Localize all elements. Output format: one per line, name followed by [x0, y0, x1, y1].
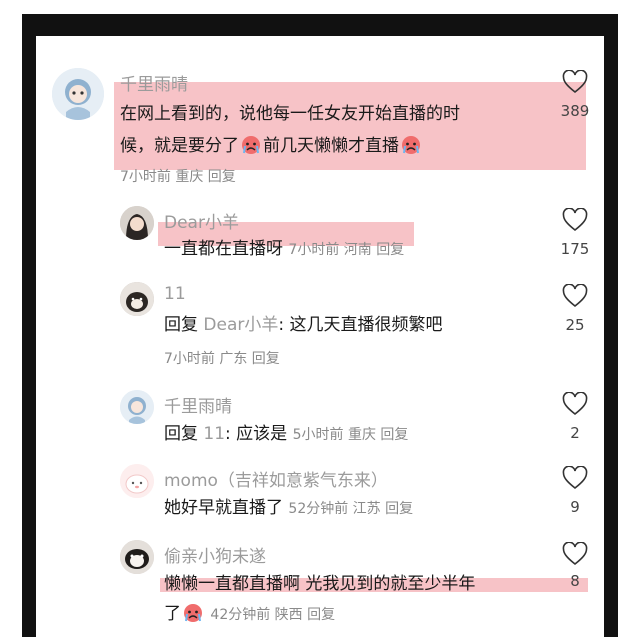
user-avatar[interactable]: [120, 390, 154, 424]
heart-icon[interactable]: [562, 284, 588, 308]
heart-icon[interactable]: [562, 70, 588, 94]
comment-meta[interactable]: 7小时前 重庆 回复: [120, 166, 236, 186]
username[interactable]: 千里雨晴: [120, 70, 188, 95]
username[interactable]: 千里雨晴: [164, 392, 232, 417]
crying-emoji-icon: [182, 601, 204, 623]
cartoon-girl-avatar-icon: [52, 68, 104, 120]
comment-text: 了 42分钟前 陕西 回复: [164, 598, 335, 631]
heart-icon[interactable]: [562, 542, 588, 566]
heart-icon[interactable]: [562, 208, 588, 232]
user-avatar[interactable]: [120, 206, 154, 240]
mention-link[interactable]: 11: [203, 424, 225, 444]
dog-photo-avatar-icon: [120, 282, 154, 316]
username[interactable]: momo（吉祥如意紫气东来）: [164, 466, 388, 491]
crying-emoji-icon: [240, 133, 262, 155]
girl-photo-avatar-icon: [120, 206, 154, 240]
comment-list: 千里雨晴 在网上看到的，说他每一任女友开始直播的时 候，就是要分了 前几天懒懒才直…: [36, 36, 604, 637]
heart-icon[interactable]: [562, 466, 588, 490]
username[interactable]: 11: [164, 284, 186, 304]
user-avatar[interactable]: [120, 464, 154, 498]
cartoon-girl-avatar-icon: [120, 390, 154, 424]
user-avatar[interactable]: [52, 68, 104, 120]
comment-text: 回复 Dear小羊: 这几天直播很频繁吧: [164, 315, 443, 335]
username[interactable]: Dear小羊: [164, 208, 239, 233]
username[interactable]: 偷亲小狗未遂: [164, 542, 266, 567]
comment-meta[interactable]: 42分钟前 陕西 回复: [210, 607, 335, 623]
comment-text: 候，就是要分了 前几天懒懒才直播: [120, 130, 423, 162]
like-count: 175: [560, 240, 590, 258]
crying-emoji-icon: [400, 133, 422, 155]
like-count: 9: [570, 498, 580, 516]
comment-text: 回复 11: 应该是 5小时前 重庆 回复: [164, 424, 409, 444]
comment-text: 她好早就直播了 52分钟前 江苏 回复: [164, 498, 414, 518]
like-count: 25: [565, 316, 585, 334]
comment-meta[interactable]: 7小时前 河南 回复: [288, 242, 404, 258]
comment-meta[interactable]: 7小时前 广东 回复: [164, 348, 280, 368]
like-count: 2: [570, 424, 580, 442]
comment-text: 一直都在直播呀 7小时前 河南 回复: [164, 239, 405, 259]
comment-meta[interactable]: 52分钟前 江苏 回复: [288, 501, 413, 517]
puppy-photo-avatar-icon: [120, 540, 154, 574]
like-count: 389: [560, 102, 590, 120]
comment-text: 在网上看到的，说他每一任女友开始直播的时: [120, 104, 460, 124]
heart-icon[interactable]: [562, 392, 588, 416]
like-count: 8: [570, 572, 580, 590]
user-avatar[interactable]: [120, 540, 154, 574]
frame-left-border: [22, 14, 36, 637]
comment-meta[interactable]: 5小时前 重庆 回复: [293, 427, 409, 443]
user-avatar[interactable]: [120, 282, 154, 316]
comment-text: 懒懒一直都直播啊 光我见到的就至少半年: [164, 574, 476, 594]
frame-right-border: [604, 14, 618, 637]
pink-bunny-avatar-icon: [120, 464, 154, 498]
frame-top-border: [22, 14, 618, 36]
mention-link[interactable]: Dear小羊: [203, 315, 278, 335]
